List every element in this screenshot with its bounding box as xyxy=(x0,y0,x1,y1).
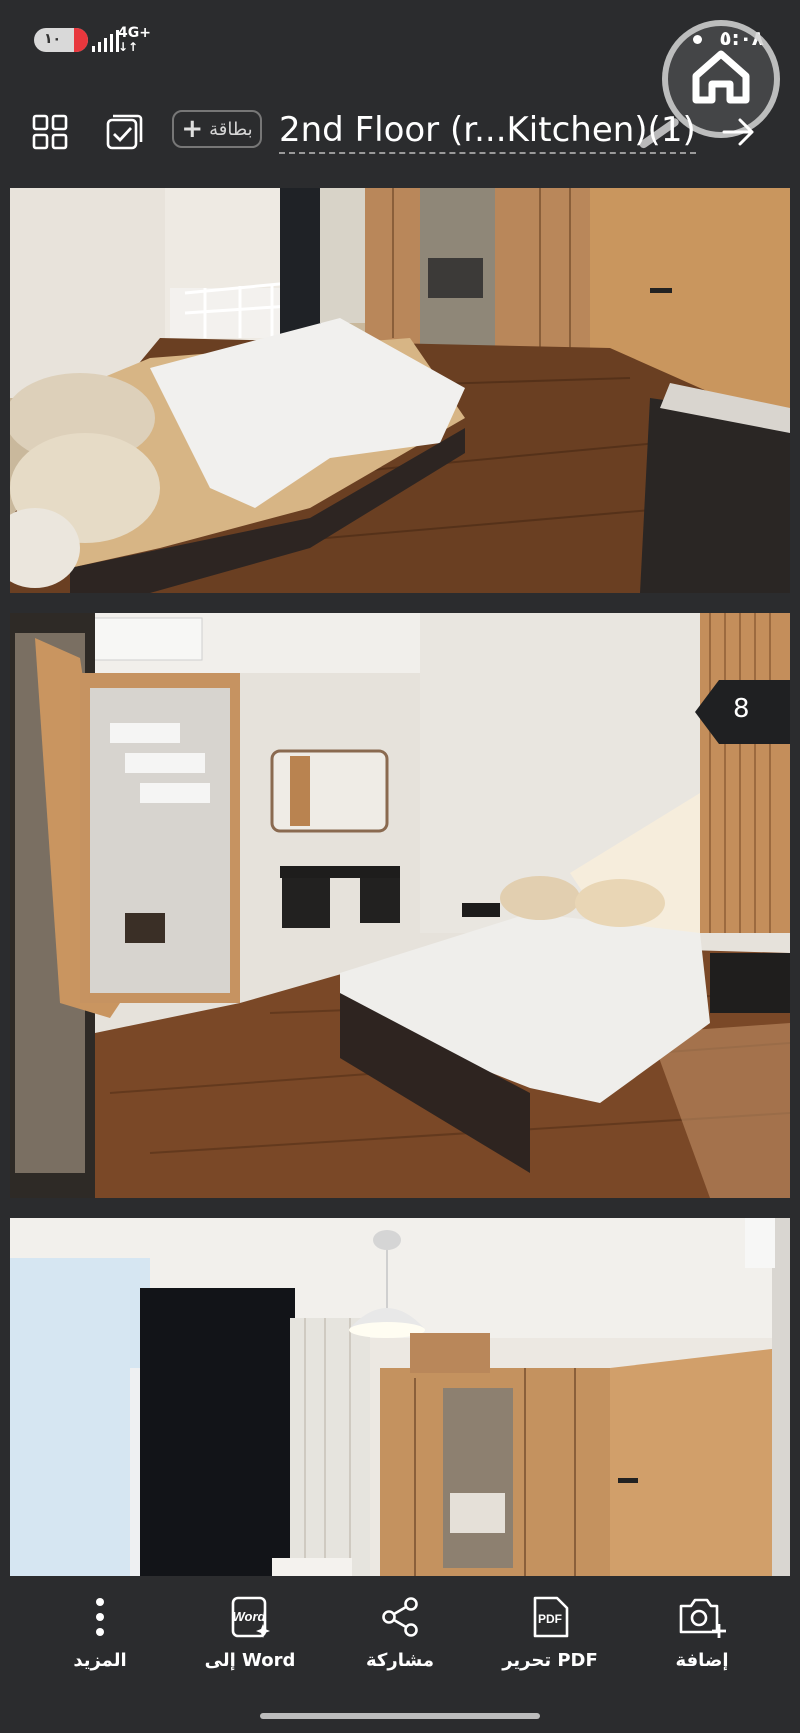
share-label: مشاركة xyxy=(366,1650,434,1671)
add-card-button[interactable]: + بطاقة xyxy=(172,110,262,148)
wall-sockets xyxy=(690,1053,780,1093)
camera-add-icon xyxy=(679,1598,726,1638)
more-vertical-icon xyxy=(96,1598,104,1636)
card-button-label: بطاقة xyxy=(209,118,253,140)
plus-icon: + xyxy=(181,114,204,144)
grid-view-icon[interactable] xyxy=(30,112,70,152)
word-icon: Word xyxy=(231,1596,270,1638)
select-checkbox-icon[interactable] xyxy=(104,112,144,152)
page-image-bedroom-balcony[interactable] xyxy=(10,188,790,593)
pdf-badge-text: PDF xyxy=(538,1612,562,1626)
top-toolbar: + بطاقة 2nd Floor (r...Kitchen)(1) xyxy=(0,98,800,170)
page-number-badge: 8 xyxy=(695,680,790,744)
share-icon xyxy=(382,1597,418,1637)
add-button[interactable]: إضافة xyxy=(632,1594,772,1671)
network-type: 4G+ ↓↑ xyxy=(118,26,151,54)
word-badge-text: Word xyxy=(233,1609,267,1624)
more-label: المزيد xyxy=(73,1650,127,1671)
share-button[interactable]: مشاركة xyxy=(330,1594,470,1671)
signal-icon xyxy=(92,30,119,52)
battery-indicator: ١٠ xyxy=(34,28,88,52)
more-button[interactable]: المزيد xyxy=(30,1594,170,1671)
to-word-label: إلى Word xyxy=(204,1650,296,1671)
edit-pdf-button[interactable]: PDF تحرير PDF xyxy=(480,1594,620,1671)
document-title[interactable]: 2nd Floor (r...Kitchen)(1) xyxy=(279,110,696,154)
network-label: 4G+ xyxy=(118,25,151,41)
pdf-icon: PDF xyxy=(533,1596,569,1638)
arrow-right-icon[interactable] xyxy=(718,112,758,156)
page-image-bedroom-wardrobe[interactable] xyxy=(10,1218,790,1576)
gesture-home-indicator[interactable] xyxy=(260,1713,540,1719)
edit-pdf-label: تحرير PDF xyxy=(502,1650,598,1671)
battery-level-fill xyxy=(74,28,88,52)
page-number: 8 xyxy=(733,694,750,724)
add-label: إضافة xyxy=(675,1650,729,1671)
page-image-bedroom-vanity[interactable] xyxy=(10,613,790,1198)
battery-text: ١٠ xyxy=(44,31,62,47)
bottom-action-bar: المزيد Word إلى Word مشاركة PDF تحرير PD… xyxy=(0,1578,800,1733)
to-word-button[interactable]: Word إلى Word xyxy=(180,1594,320,1671)
data-arrows-icon: ↓↑ xyxy=(118,40,139,54)
